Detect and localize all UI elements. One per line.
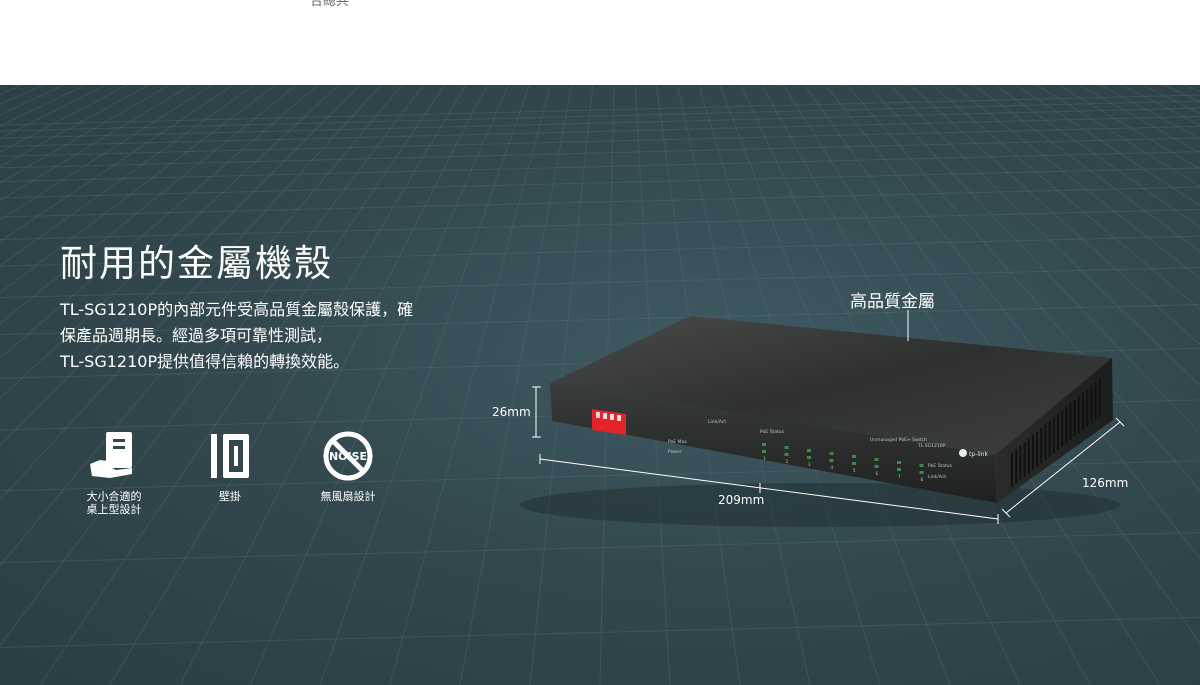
height-dimension: [532, 386, 541, 438]
port-led: [897, 461, 901, 464]
port-led: [874, 458, 879, 461]
port-led: [784, 453, 789, 456]
port-led: [762, 443, 766, 446]
top-band: 合總共: [0, 0, 1200, 85]
port-led: [829, 452, 834, 455]
port-led: [852, 462, 856, 465]
depth-label: 126mm: [1082, 476, 1129, 490]
port-led: [784, 446, 789, 449]
port-led: [919, 464, 924, 467]
led-poe-max-label: PoE Max: [668, 439, 687, 445]
metal-callout-label: 高品質金屬: [850, 292, 935, 312]
height-label: 26mm: [492, 405, 531, 419]
width-label: 209mm: [718, 493, 765, 507]
brand-text: tp-link: [969, 451, 988, 458]
port-led: [807, 456, 811, 459]
port-led: [897, 468, 901, 471]
port-led: [807, 449, 811, 452]
led-power-label: Power: [668, 449, 682, 455]
port-led: [762, 450, 766, 453]
port-led: [852, 455, 856, 458]
port-led: [829, 459, 834, 462]
port-link-label: Link/Act: [928, 474, 946, 480]
led-poe-status-label: PoE Status: [760, 429, 785, 435]
port-led: [874, 465, 879, 468]
switch-illustration: 12345678 PoE Max Power Link/Act PoE Stat…: [520, 310, 1125, 527]
model-label: TL-SG1210P: [917, 443, 946, 449]
brand-logo: tp-link: [959, 449, 988, 458]
durable-metal-section: 耐用的金屬機殼 TL-SG1210P的內部元件受高品質金屬殼保護，確 保產品週期…: [0, 85, 1200, 685]
port-led: [919, 471, 924, 474]
switch-type-label: Unmanaged PoE+ Switch: [870, 437, 927, 443]
led-link-label: Link/Act: [708, 419, 726, 425]
port-poe-status-label: PoE Status: [928, 463, 953, 469]
top-snippet: 合總共: [310, 0, 350, 9]
